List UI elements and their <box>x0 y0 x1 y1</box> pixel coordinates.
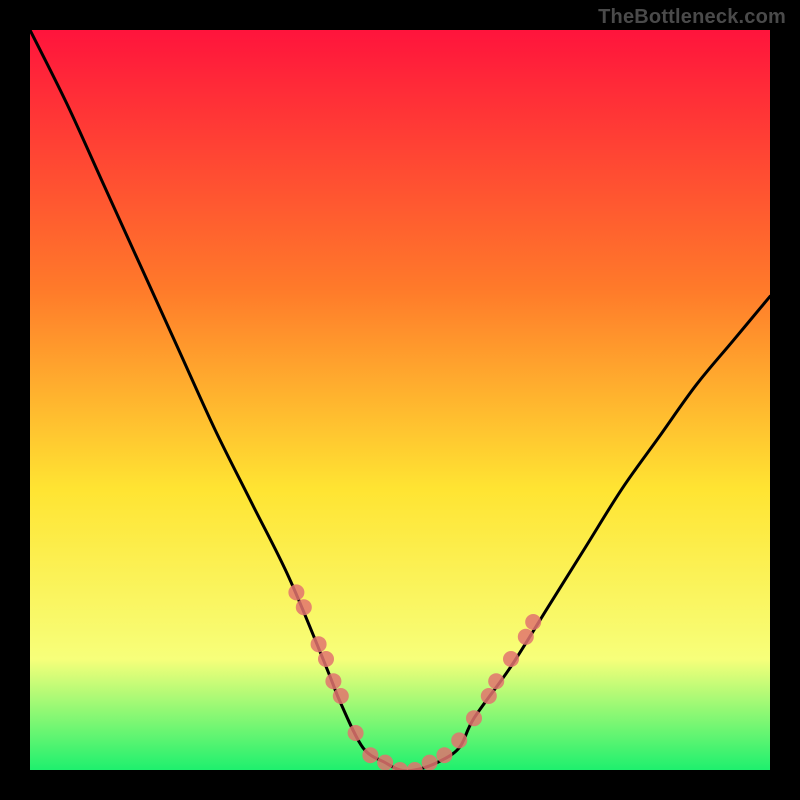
data-marker <box>362 747 378 763</box>
chart-frame: TheBottleneck.com <box>0 0 800 800</box>
data-marker <box>451 732 467 748</box>
data-marker <box>325 673 341 689</box>
data-marker <box>503 651 519 667</box>
data-marker <box>333 688 349 704</box>
data-marker <box>296 599 312 615</box>
data-marker <box>466 710 482 726</box>
plot-area <box>30 30 770 770</box>
data-marker <box>488 673 504 689</box>
chart-svg <box>30 30 770 770</box>
data-marker <box>481 688 497 704</box>
gradient-background <box>30 30 770 770</box>
data-marker <box>422 755 438 770</box>
data-marker <box>518 629 534 645</box>
watermark-text: TheBottleneck.com <box>598 6 786 29</box>
data-marker <box>288 584 304 600</box>
data-marker <box>377 755 393 770</box>
data-marker <box>436 747 452 763</box>
data-marker <box>318 651 334 667</box>
data-marker <box>348 725 364 741</box>
data-marker <box>525 614 541 630</box>
data-marker <box>311 636 327 652</box>
